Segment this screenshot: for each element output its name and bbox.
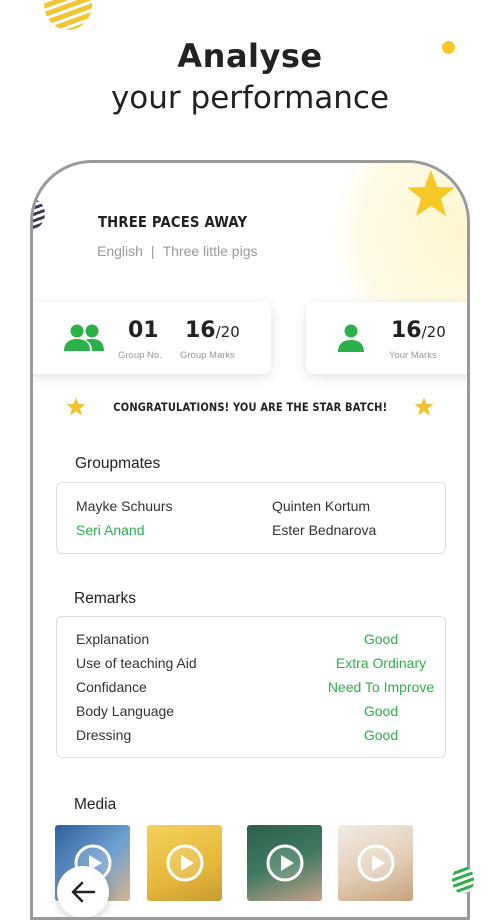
promo-headline: Analyse your performance [0, 36, 500, 120]
decorative-stripe-circle [33, 199, 45, 229]
star-icon [407, 170, 455, 216]
remark-label: Explanation [76, 631, 150, 647]
group-marks: 16/20 [185, 318, 240, 343]
remark-value: Good [363, 727, 399, 743]
star-icon [66, 397, 86, 416]
headline-title: Analyse [177, 37, 323, 75]
remark-label: Use of teaching Aid [76, 655, 197, 671]
your-stats-card: 16/20 Your Marks [306, 302, 467, 374]
groupmate-name[interactable]: Quinten Kortum [272, 498, 370, 514]
back-button[interactable] [57, 866, 109, 917]
lesson-subtitle: English | Three little pigs [97, 243, 258, 259]
groupmate-name[interactable]: Mayke Schuurs [76, 498, 172, 514]
your-marks-total: /20 [421, 323, 446, 341]
group-marks-total: /20 [215, 323, 240, 341]
play-icon[interactable] [356, 843, 396, 883]
group-marks-caption: Group Marks [180, 350, 235, 361]
back-arrow-icon [71, 881, 96, 903]
group-stats-card: 01 Group No. 16/20 Group Marks [33, 302, 271, 374]
your-marks: 16/20 [391, 318, 446, 343]
groupmates-heading: Groupmates [75, 455, 161, 472]
groupmate-name-current[interactable]: Seri Anand [76, 522, 145, 538]
congratulations-text: CONGRATULATIONS! YOU ARE THE STAR BATCH! [112, 400, 388, 414]
remark-row: Confidance Need To Improve [76, 679, 434, 703]
remark-label: Body Language [76, 703, 175, 719]
media-heading: Media [74, 796, 117, 813]
remark-value: Good [363, 631, 399, 647]
remark-row: Dressing Good [76, 727, 426, 751]
remark-row: Body Language Good [76, 703, 426, 727]
remark-label: Confidance [76, 679, 147, 695]
remark-row: Explanation Good [76, 631, 426, 655]
lesson-title: THREE PACES AWAY [98, 213, 248, 231]
decorative-stripe-circle [452, 866, 474, 894]
group-number: 01 [128, 318, 159, 343]
play-icon[interactable] [265, 843, 305, 883]
media-thumbnail[interactable] [147, 825, 222, 901]
groupmate-name[interactable]: Ester Bednarova [272, 522, 376, 538]
remark-value: Extra Ordinary [335, 655, 427, 671]
media-thumbnail[interactable] [338, 825, 413, 901]
media-gallery [55, 825, 467, 905]
play-icon[interactable] [165, 843, 205, 883]
decorative-stripe-circle [44, 0, 92, 30]
group-icon [64, 324, 104, 351]
remarks-box: Explanation Good Use of teaching Aid Ext… [56, 616, 446, 758]
your-marks-value: 16 [391, 318, 422, 343]
congratulations-banner: CONGRATULATIONS! YOU ARE THE STAR BATCH! [33, 397, 467, 417]
subject-label: English [97, 243, 143, 259]
remark-row: Use of teaching Aid Extra Ordinary [76, 655, 426, 679]
star-icon [414, 397, 434, 416]
your-marks-caption: Your Marks [389, 350, 437, 361]
person-icon [338, 324, 364, 352]
media-thumbnail[interactable] [247, 825, 322, 901]
remark-label: Dressing [76, 727, 132, 743]
topic-label: Three little pigs [162, 243, 258, 259]
headline-subtitle: your performance [110, 80, 390, 116]
phone-frame: THREE PACES AWAY English | Three little pi… [30, 160, 470, 920]
remark-value: Good [363, 703, 399, 719]
groupmates-box: Mayke Schuurs Quinten Kortum Seri Anand … [56, 482, 446, 554]
group-number-caption: Group No. [118, 350, 162, 361]
group-marks-value: 16 [185, 318, 216, 343]
remarks-heading: Remarks [74, 590, 137, 607]
remark-value: Need To Improve [327, 679, 435, 695]
